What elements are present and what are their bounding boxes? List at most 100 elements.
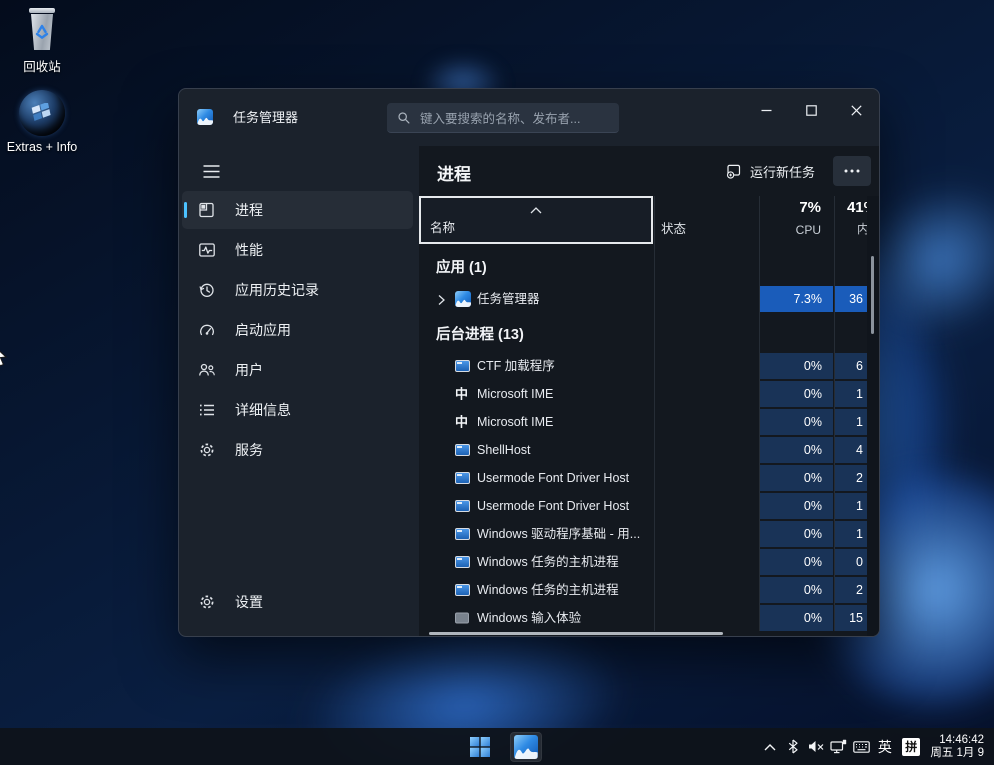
sidebar-item-history[interactable]: 应用历史记录 xyxy=(182,271,413,309)
sidebar: 进程性能应用历史记录启动应用用户详细信息服务 设置 xyxy=(179,146,419,636)
column-header-status[interactable]: 状态 xyxy=(661,218,686,237)
process-row[interactable]: Usermode Font Driver Host0%1 xyxy=(419,492,879,520)
more-options-button[interactable] xyxy=(833,156,871,186)
sidebar-item-performance[interactable]: 性能 xyxy=(182,231,413,269)
desktop-icon-label: 回收站 xyxy=(0,56,84,75)
sort-ascending-icon xyxy=(530,201,542,219)
process-name: Windows 任务的主机进程 xyxy=(477,548,619,576)
process-group-header[interactable]: 应用 (1) xyxy=(419,253,879,283)
sidebar-item-label: 详细信息 xyxy=(235,400,291,420)
bluetooth-icon xyxy=(788,739,798,754)
process-row[interactable]: ShellHost0%4 xyxy=(419,436,879,464)
process-icon-app xyxy=(455,584,470,596)
minimize-button[interactable] xyxy=(744,89,789,131)
process-cpu-value: 0% xyxy=(760,353,833,379)
sidebar-item-startup[interactable]: 启动应用 xyxy=(182,311,413,349)
process-row[interactable]: Usermode Font Driver Host0%2 xyxy=(419,464,879,492)
navigation-menu-button[interactable] xyxy=(193,156,229,186)
column-header-cpu[interactable]: CPU xyxy=(796,223,821,237)
close-button[interactable] xyxy=(834,89,879,131)
tray-ime-language-button[interactable]: 英 xyxy=(873,732,896,762)
sidebar-item-details[interactable]: 详细信息 xyxy=(182,391,413,429)
speaker-mute-icon xyxy=(808,740,824,753)
services-icon xyxy=(198,441,216,459)
process-name: ShellHost xyxy=(477,436,531,464)
process-name: Windows 驱动程序基础 - 用... xyxy=(477,520,640,548)
gear-icon xyxy=(198,593,216,611)
hamburger-icon xyxy=(203,165,220,178)
process-group-header[interactable]: 后台进程 (13) xyxy=(419,320,879,350)
process-row[interactable]: 任务管理器7.3%36 xyxy=(419,285,879,313)
task-manager-window: 任务管理器 键入要搜索的名称、发布者... xyxy=(178,88,880,637)
selection-accent-bar xyxy=(184,202,187,218)
process-icon-winexp xyxy=(455,613,469,624)
process-icon-app xyxy=(455,360,470,372)
process-cpu-value: 0% xyxy=(760,493,833,519)
process-cpu-value: 0% xyxy=(760,409,833,435)
mouse-cursor xyxy=(0,344,11,368)
desktop-icon-recycle-bin[interactable]: 回收站 xyxy=(0,8,84,75)
process-cpu-value: 7.3% xyxy=(760,286,833,312)
tray-ime-mode-button[interactable]: 拼 xyxy=(902,738,920,756)
process-icon-app xyxy=(455,528,470,540)
search-input[interactable]: 键入要搜索的名称、发布者... xyxy=(387,103,619,133)
maximize-button[interactable] xyxy=(789,89,834,131)
tray-date: 周五 1月 9 xyxy=(930,747,984,760)
ellipsis-icon xyxy=(844,169,860,173)
process-cpu-value: 0% xyxy=(760,577,833,603)
processes-icon xyxy=(198,201,216,219)
sidebar-item-users[interactable]: 用户 xyxy=(182,351,413,389)
process-row[interactable]: Windows 任务的主机进程0%2 xyxy=(419,576,879,604)
process-icon-taskmgr xyxy=(455,291,471,307)
keyboard-icon xyxy=(853,741,870,753)
process-name: 任务管理器 xyxy=(477,285,540,313)
extras-info-icon xyxy=(19,90,65,136)
process-row[interactable]: Windows 输入体验0%15 xyxy=(419,604,879,632)
name-header-label: 名称 xyxy=(430,217,455,236)
app-logo-task-manager xyxy=(197,109,213,125)
process-row[interactable]: 中Microsoft IME0%1 xyxy=(419,408,879,436)
process-row[interactable]: CTF 加载程序0%6 xyxy=(419,352,879,380)
process-name: CTF 加载程序 xyxy=(477,352,555,380)
new-task-icon xyxy=(726,163,742,179)
recycle-arrows-icon xyxy=(33,24,51,40)
tray-volume-muted-button[interactable] xyxy=(804,732,827,762)
start-button[interactable] xyxy=(464,732,496,762)
tray-time: 14:46:42 xyxy=(930,734,984,747)
process-cpu-value: 0% xyxy=(760,437,833,463)
ethernet-network-icon xyxy=(830,739,847,754)
sidebar-item-label: 设置 xyxy=(235,592,263,612)
process-name: Windows 输入体验 xyxy=(477,604,581,632)
run-new-task-button[interactable]: 运行新任务 xyxy=(716,156,825,186)
process-icon-app xyxy=(455,556,470,568)
expand-chevron-icon[interactable] xyxy=(437,293,446,311)
recycle-bin-icon xyxy=(25,8,59,52)
tray-show-hidden-icons-button[interactable] xyxy=(758,732,781,762)
startup-icon xyxy=(198,321,216,339)
vertical-scrollbar-thumb[interactable] xyxy=(871,256,874,334)
sidebar-item-label: 用户 xyxy=(235,360,263,380)
tray-network-button[interactable] xyxy=(827,732,850,762)
process-icon-app xyxy=(455,444,470,456)
history-icon xyxy=(198,281,216,299)
tray-touch-keyboard-button[interactable] xyxy=(850,732,873,762)
column-header-name[interactable]: 名称 xyxy=(419,196,653,244)
tray-bluetooth-button[interactable] xyxy=(781,732,804,762)
taskbar-app-task-manager[interactable] xyxy=(510,732,542,762)
desktop-icon-extras-info[interactable]: Extras + Info xyxy=(0,90,84,154)
sidebar-item-label: 启动应用 xyxy=(235,320,291,340)
task-manager-icon xyxy=(514,735,538,759)
tray-clock[interactable]: 14:46:42 周五 1月 9 xyxy=(930,734,984,760)
process-row[interactable]: Windows 驱动程序基础 - 用...0%1 xyxy=(419,520,879,548)
taskbar: 英 拼 14:46:42 周五 1月 9 xyxy=(0,728,994,765)
sidebar-item-processes[interactable]: 进程 xyxy=(182,191,413,229)
maximize-icon xyxy=(806,105,817,116)
sidebar-item-services[interactable]: 服务 xyxy=(182,431,413,469)
process-row[interactable]: Windows 任务的主机进程0%0 xyxy=(419,548,879,576)
process-cpu-value: 0% xyxy=(760,605,833,631)
minimize-icon xyxy=(761,105,772,116)
process-row[interactable]: 中Microsoft IME0%1 xyxy=(419,380,879,408)
sidebar-item-settings[interactable]: 设置 xyxy=(182,583,413,621)
process-table-body: 应用 (1)任务管理器7.3%36后台进程 (13)CTF 加载程序0%6中Mi… xyxy=(419,244,879,632)
horizontal-scrollbar-thumb[interactable] xyxy=(429,632,723,635)
